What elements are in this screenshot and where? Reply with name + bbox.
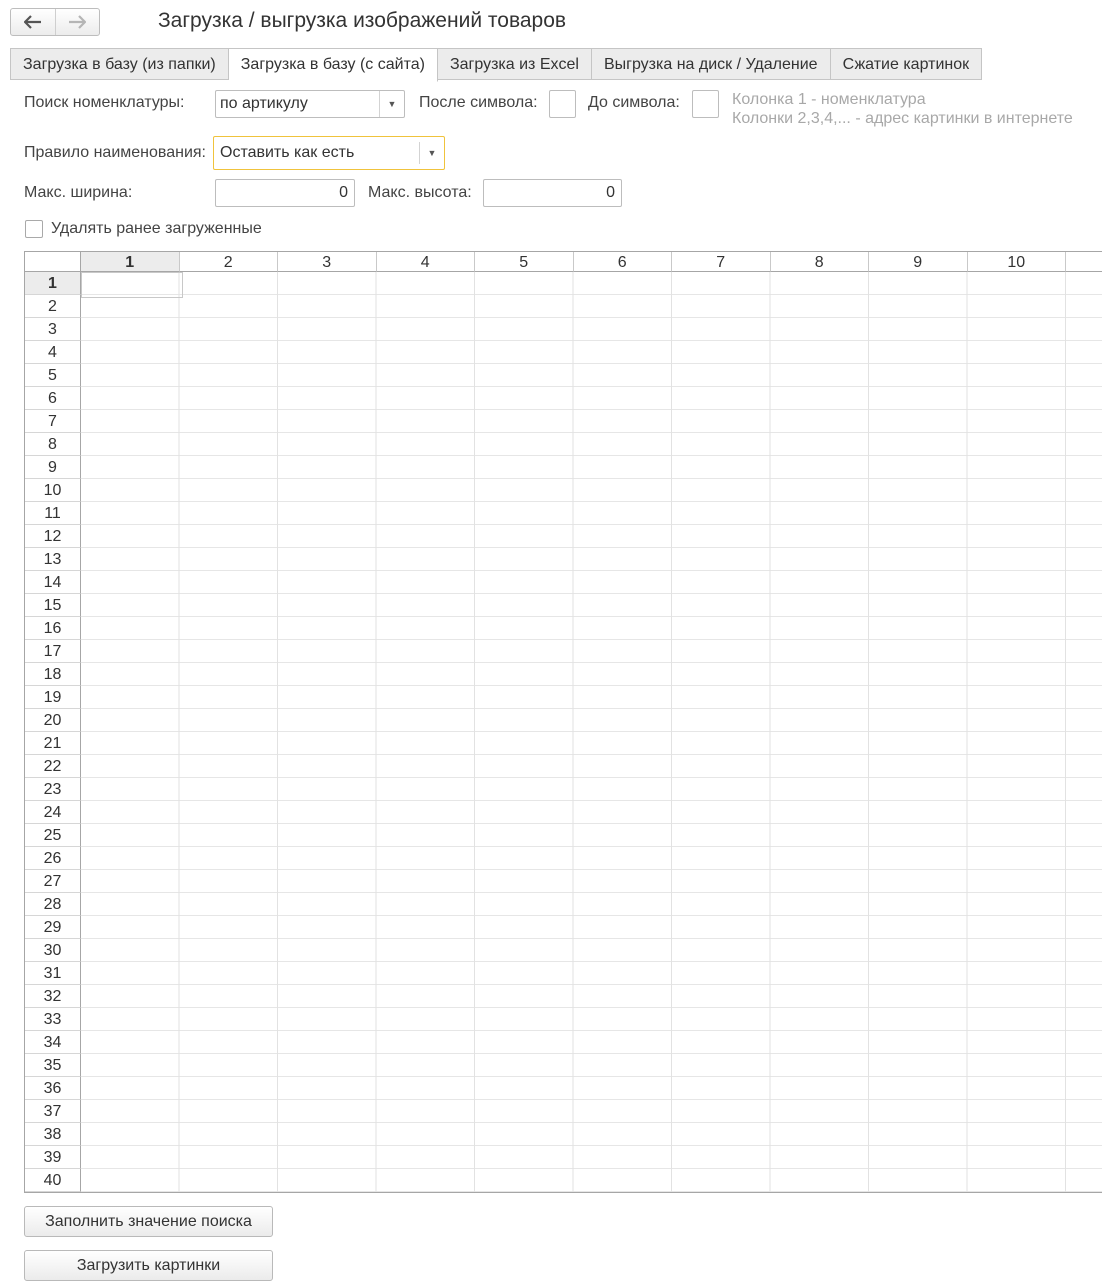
row-header[interactable]: 19 (25, 686, 81, 709)
hint-line-1: Колонка 1 - номенклатура (732, 91, 926, 108)
tab-upload-excel[interactable]: Загрузка из Excel (437, 48, 592, 80)
max-height-input[interactable]: 0 (483, 179, 622, 207)
row-header[interactable]: 33 (25, 1008, 81, 1031)
search-label: Поиск номенклатуры: (24, 94, 185, 111)
row-header[interactable]: 40 (25, 1169, 81, 1192)
row-header[interactable]: 24 (25, 801, 81, 824)
column-header[interactable]: 7 (672, 252, 771, 272)
row-header[interactable]: 1 (25, 272, 81, 295)
row-header[interactable]: 25 (25, 824, 81, 847)
row-header[interactable]: 32 (25, 985, 81, 1008)
max-width-label: Макс. ширина: (24, 184, 133, 201)
before-symbol-input[interactable] (692, 90, 719, 118)
row-header[interactable]: 18 (25, 663, 81, 686)
column-header[interactable]: 10 (967, 252, 1066, 272)
column-header[interactable]: 9 (869, 252, 968, 272)
row-header[interactable]: 37 (25, 1100, 81, 1123)
tab-strip: Загрузка в базу (из папки) Загрузка в ба… (10, 48, 983, 82)
spreadsheet-grid[interactable] (81, 272, 1102, 1192)
row-header[interactable]: 10 (25, 479, 81, 502)
column-header[interactable]: 3 (278, 252, 377, 272)
row-header[interactable]: 12 (25, 525, 81, 548)
forward-button[interactable] (54, 9, 100, 35)
search-select[interactable]: по артикулу ▼ (215, 90, 405, 118)
search-select-value: по артикулу (220, 95, 308, 112)
column-header[interactable]: 8 (770, 252, 869, 272)
column-header[interactable]: 6 (573, 252, 672, 272)
row-header[interactable]: 23 (25, 778, 81, 801)
after-symbol-label: После символа: (419, 94, 538, 111)
load-images-button[interactable]: Загрузить картинки (24, 1250, 273, 1281)
row-header[interactable]: 22 (25, 755, 81, 778)
max-width-input[interactable]: 0 (215, 179, 355, 207)
spreadsheet-corner[interactable] (25, 252, 81, 272)
column-header-partial[interactable] (1066, 252, 1102, 272)
spreadsheet[interactable]: 1 2 3 4 5 6 7 8 9 10 1 2 3 4 5 6 7 8 9 10 11 12 13 14 15 16 17 18 19… (24, 251, 1102, 1193)
navigation-buttons (10, 8, 100, 36)
row-header[interactable]: 5 (25, 364, 81, 387)
row-header[interactable]: 11 (25, 502, 81, 525)
row-header[interactable]: 27 (25, 870, 81, 893)
arrow-left-icon (23, 15, 41, 29)
column-header[interactable]: 1 (81, 252, 180, 272)
row-header[interactable]: 26 (25, 847, 81, 870)
max-height-label: Макс. высота: (368, 184, 472, 201)
row-header[interactable]: 35 (25, 1054, 81, 1077)
naming-rule-value: Оставить как есть (220, 144, 355, 161)
row-header[interactable]: 17 (25, 640, 81, 663)
fill-search-button[interactable]: Заполнить значение поиска (24, 1206, 273, 1237)
after-symbol-input[interactable] (549, 90, 576, 118)
row-header[interactable]: 20 (25, 709, 81, 732)
naming-rule-select[interactable]: Оставить как есть ▼ (213, 136, 445, 170)
row-header[interactable]: 16 (25, 617, 81, 640)
active-cell[interactable] (81, 272, 183, 298)
row-header[interactable]: 39 (25, 1146, 81, 1169)
tab-upload-site[interactable]: Загрузка в базу (с сайта) (228, 48, 438, 82)
arrow-right-icon (69, 15, 87, 29)
row-header[interactable]: 21 (25, 732, 81, 755)
delete-previous-label[interactable]: Удалять ранее загруженные (51, 220, 262, 238)
column-header[interactable]: 5 (475, 252, 574, 272)
row-header[interactable]: 28 (25, 893, 81, 916)
hint-line-2: Колонки 2,3,4,... - адрес картинки в инт… (732, 110, 1073, 127)
row-header[interactable]: 6 (25, 387, 81, 410)
before-symbol-label: До символа: (588, 94, 680, 111)
chevron-down-icon[interactable]: ▼ (379, 91, 404, 117)
column-header[interactable]: 2 (179, 252, 278, 272)
tab-upload-folder[interactable]: Загрузка в базу (из папки) (10, 48, 229, 80)
row-header[interactable]: 8 (25, 433, 81, 456)
row-header[interactable]: 3 (25, 318, 81, 341)
row-header[interactable]: 13 (25, 548, 81, 571)
row-header[interactable]: 30 (25, 939, 81, 962)
chevron-down-icon[interactable]: ▼ (419, 142, 444, 164)
row-header[interactable]: 15 (25, 594, 81, 617)
row-header[interactable]: 2 (25, 295, 81, 318)
row-header[interactable]: 34 (25, 1031, 81, 1054)
row-header[interactable]: 9 (25, 456, 81, 479)
row-header[interactable]: 14 (25, 571, 81, 594)
row-header[interactable]: 36 (25, 1077, 81, 1100)
row-header[interactable]: 4 (25, 341, 81, 364)
tab-export-delete[interactable]: Выгрузка на диск / Удаление (591, 48, 831, 80)
column-header[interactable]: 4 (376, 252, 475, 272)
row-header[interactable]: 31 (25, 962, 81, 985)
naming-rule-label: Правило наименования: (24, 144, 206, 161)
tab-compress-images[interactable]: Сжатие картинок (830, 48, 983, 80)
delete-previous-checkbox[interactable] (25, 220, 43, 238)
page-title: Загрузка / выгрузка изображений товаров (158, 9, 567, 32)
row-header[interactable]: 29 (25, 916, 81, 939)
back-button[interactable] (11, 9, 55, 35)
row-header[interactable]: 7 (25, 410, 81, 433)
row-header[interactable]: 38 (25, 1123, 81, 1146)
